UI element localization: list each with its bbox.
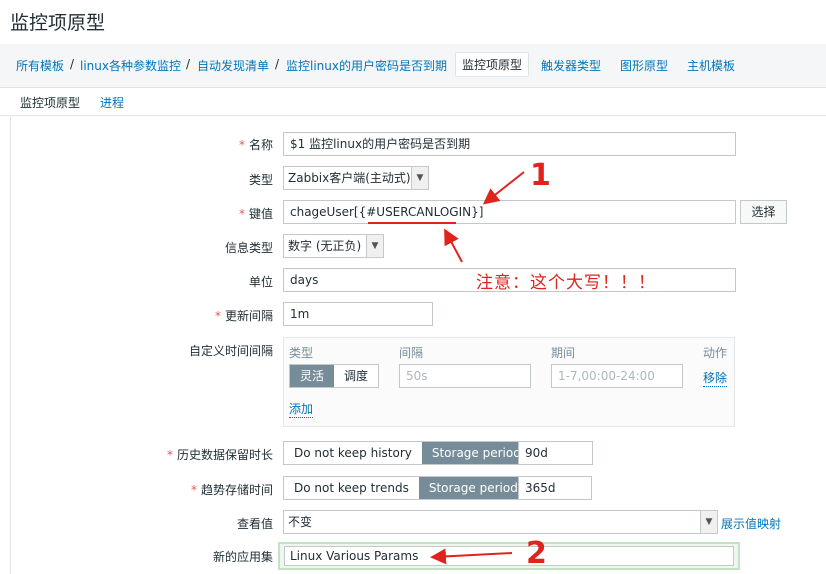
interval-type-toggle: 灵活 调度 bbox=[289, 364, 380, 388]
new-application-field: Linux Various Params bbox=[278, 542, 740, 570]
show-value-label: 查看值 bbox=[236, 517, 273, 531]
breadcrumb-all-templates[interactable]: 所有模板 bbox=[16, 57, 64, 74]
show-value-select-value: 不变 bbox=[288, 515, 313, 529]
type-label: 类型 bbox=[248, 173, 273, 187]
breadcrumb-discovery-rules[interactable]: 自动发现清单 bbox=[197, 57, 269, 74]
trends-period-input[interactable]: 365d bbox=[518, 476, 592, 500]
info-type-select[interactable]: 数字 (无正负) ▼ bbox=[283, 234, 384, 258]
key-input[interactable]: chageUser[{#USERCANLOGIN}] bbox=[283, 200, 736, 224]
info-type-select-value: 数字 (无正负) bbox=[288, 239, 362, 253]
uppercase-note-annotation: 注意：这个大写！！！ bbox=[476, 273, 656, 293]
update-interval-input[interactable]: 1m bbox=[283, 302, 433, 326]
required-marker: * bbox=[190, 483, 197, 497]
page-title: 监控项原型 bbox=[10, 12, 106, 34]
breadcrumb-trigger-prototypes[interactable]: 触发器类型 bbox=[541, 57, 601, 74]
custom-interval-input[interactable]: 50s bbox=[399, 364, 531, 388]
breadcrumb-separator: / bbox=[186, 57, 191, 71]
required-marker: * bbox=[166, 448, 173, 462]
key-label: * 键值 bbox=[238, 207, 273, 221]
breadcrumb-separator: / bbox=[70, 57, 75, 71]
trends-mode-toggle: Do not keep trends Storage period bbox=[283, 476, 529, 500]
breadcrumb-item-prototypes-active[interactable]: 监控项原型 bbox=[455, 52, 530, 77]
custom-intervals-table: 类型 间隔 期间 动作 灵活 调度 50s 1-7,00:00-24:00 移除… bbox=[283, 337, 735, 427]
custom-intervals-label: 自定义时间间隔 bbox=[188, 344, 273, 358]
name-label: * 名称 bbox=[238, 138, 273, 152]
custom-interval-add-link[interactable]: 添加 bbox=[289, 400, 314, 418]
chevron-down-icon: ▼ bbox=[700, 511, 717, 533]
trends-do-not-keep-option[interactable]: Do not keep trends bbox=[284, 477, 419, 499]
new-application-input[interactable]: Linux Various Params bbox=[284, 546, 734, 566]
update-interval-label: * 更新间隔 bbox=[214, 309, 273, 323]
name-input[interactable]: $1 监控linux的用户密码是否到期 bbox=[283, 132, 736, 156]
history-storage-period-option[interactable]: Storage period bbox=[421, 442, 531, 464]
annotation-mark-2: 2 bbox=[526, 536, 547, 571]
required-marker: * bbox=[238, 207, 245, 221]
interval-type-flexible[interactable]: 灵活 bbox=[290, 365, 335, 387]
units-label: 单位 bbox=[248, 275, 273, 289]
custom-intervals-col-type: 类型 bbox=[289, 346, 314, 360]
required-marker: * bbox=[214, 309, 221, 323]
trends-label: * 趋势存储时间 bbox=[190, 483, 273, 497]
breadcrumb-host-prototypes[interactable]: 主机模板 bbox=[687, 57, 735, 74]
show-value-select[interactable]: 不变 ▼ bbox=[283, 510, 718, 534]
history-period-input[interactable]: 90d bbox=[518, 441, 593, 465]
history-mode-toggle: Do not keep history Storage period bbox=[283, 441, 532, 465]
trends-storage-period-option[interactable]: Storage period bbox=[418, 477, 528, 499]
new-application-label: 新的应用集 bbox=[212, 550, 273, 564]
custom-interval-remove-link[interactable]: 移除 bbox=[703, 369, 728, 387]
type-select[interactable]: Zabbix客户端(主动式) ▼ bbox=[283, 166, 429, 190]
annotation-mark-1: 1 bbox=[530, 158, 551, 193]
required-marker: * bbox=[238, 138, 245, 152]
custom-intervals-col-interval: 间隔 bbox=[399, 346, 424, 360]
chevron-down-icon: ▼ bbox=[411, 167, 428, 189]
custom-intervals-col-period: 期间 bbox=[551, 346, 576, 360]
breadcrumb-separator: / bbox=[275, 57, 280, 71]
history-label: * 历史数据保留时长 bbox=[166, 448, 273, 462]
custom-intervals-col-action: 动作 bbox=[703, 346, 728, 360]
history-do-not-keep-option[interactable]: Do not keep history bbox=[284, 442, 422, 464]
tab-bar: 监控项原型 进程 bbox=[0, 88, 826, 119]
tab-preprocessing[interactable]: 进程 bbox=[100, 94, 124, 111]
interval-type-scheduling[interactable]: 调度 bbox=[334, 365, 379, 387]
tab-item-prototype[interactable]: 监控项原型 bbox=[10, 94, 91, 119]
type-select-value: Zabbix客户端(主动式) bbox=[288, 171, 411, 185]
breadcrumb: 所有模板 / linux各种参数监控 / 自动发现清单 / 监控linux的用户… bbox=[0, 44, 826, 88]
info-type-label: 信息类型 bbox=[224, 241, 273, 255]
breadcrumb-discovery-rule[interactable]: 监控linux的用户密码是否到期 bbox=[286, 57, 447, 74]
chevron-down-icon: ▼ bbox=[366, 235, 383, 257]
key-select-button[interactable]: 选择 bbox=[740, 200, 787, 224]
breadcrumb-template[interactable]: linux各种参数监控 bbox=[80, 57, 181, 74]
custom-period-input[interactable]: 1-7,00:00-24:00 bbox=[551, 364, 683, 388]
breadcrumb-graph-prototypes[interactable]: 图形原型 bbox=[620, 57, 668, 74]
value-mapping-link[interactable]: 展示值映射 bbox=[721, 515, 781, 532]
